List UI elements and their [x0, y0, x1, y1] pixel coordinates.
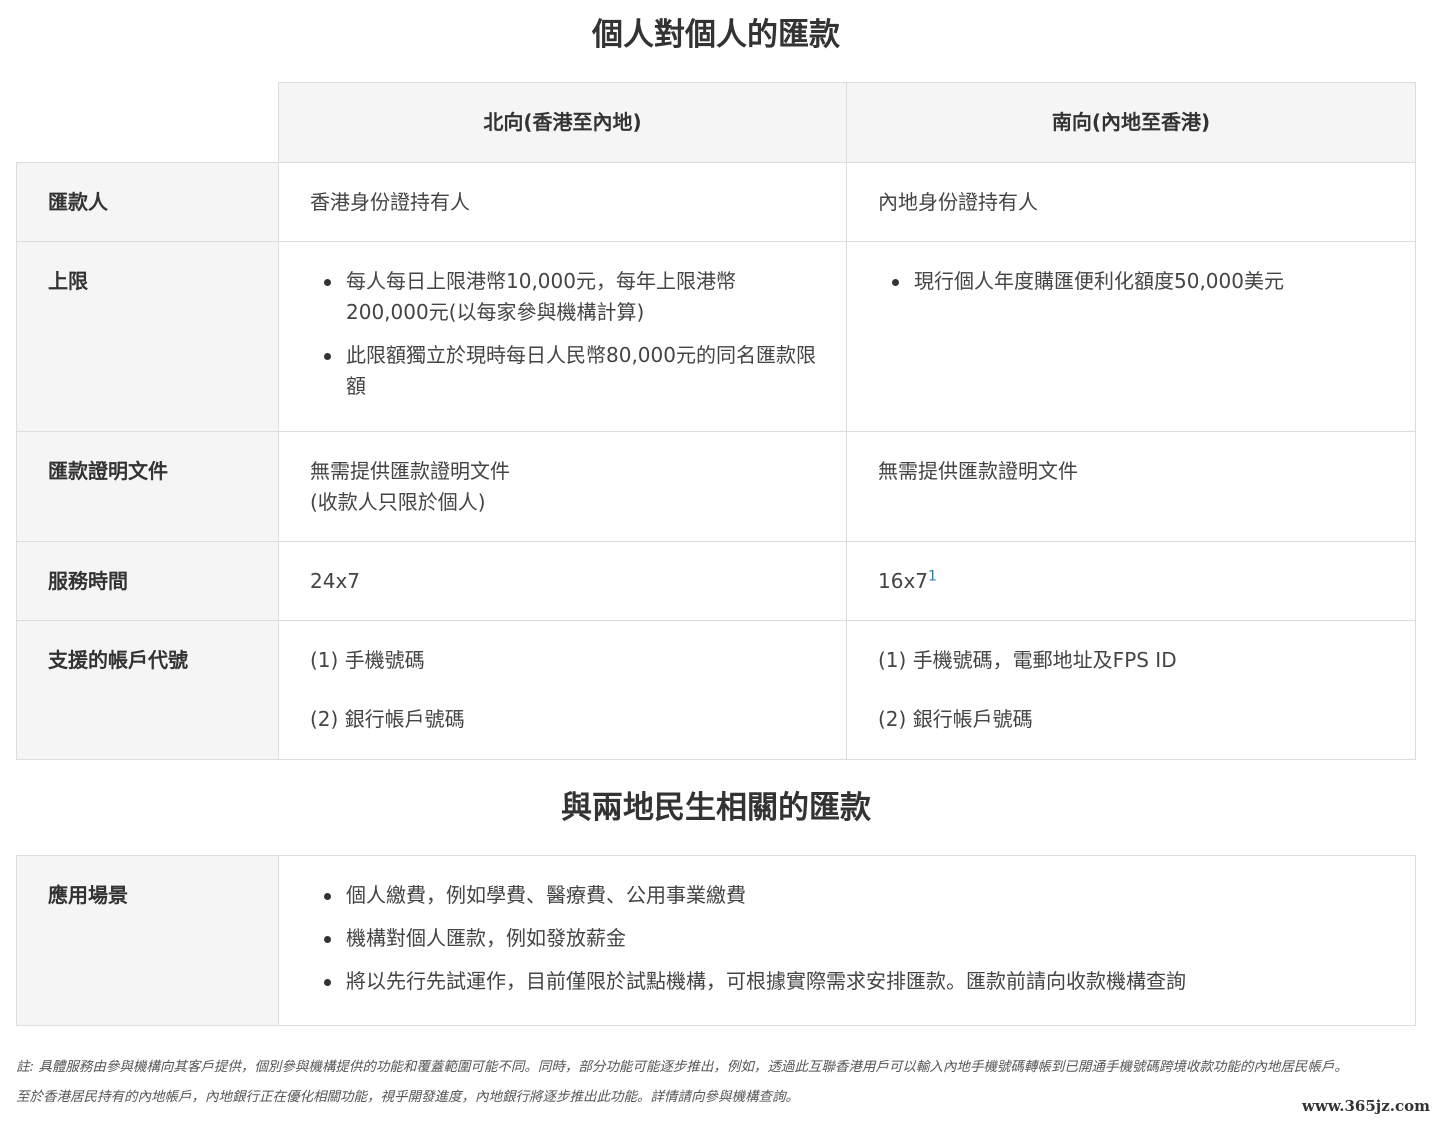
- use-cases-list: 個人繳費，例如學費、醫療費、公用事業繳費 機構對個人匯款，例如發放薪金 將以先行…: [310, 880, 1385, 997]
- list-item: 此限額獨立於現時每日人民幣80,000元的同名匯款限額: [324, 340, 816, 402]
- footnote-text: 註: 具體服務由參與機構向其客戶提供，個別參與機構提供的功能和覆蓋範圍可能不同。…: [16, 1052, 1426, 1112]
- cell-use-cases: 個人繳費，例如學費、醫療費、公用事業繳費 機構對個人匯款，例如發放薪金 將以先行…: [278, 855, 1416, 1026]
- list-item: 現行個人年度購匯便利化額度50,000美元: [892, 266, 1385, 297]
- documents-north-line2: (收款人只限於個人): [310, 490, 486, 514]
- footnote-line1: 註: 具體服務由參與機構向其客戶提供，個別參與機構提供的功能和覆蓋範圍可能不同。…: [16, 1059, 1348, 1075]
- cell-limit-south: 現行個人年度購匯便利化額度50,000美元: [846, 241, 1416, 432]
- row-header-service-hours: 服務時間: [16, 541, 279, 621]
- section-title-p2p: 個人對個人的匯款: [592, 17, 840, 53]
- table-row-account-ids: 支援的帳戶代號 (1) 手機號碼 (2) 銀行帳戶號碼 (1) 手機號碼，電郵地…: [16, 620, 1416, 760]
- account-ids-south-line1: (1) 手機號碼，電郵地址及FPS ID: [878, 648, 1177, 672]
- table-row-limit: 上限 每人每日上限港幣10,000元，每年上限港幣200,000元(以每家參與機…: [16, 241, 1416, 432]
- cell-account-ids-south: (1) 手機號碼，電郵地址及FPS ID (2) 銀行帳戶號碼: [846, 620, 1416, 760]
- list-item: 每人每日上限港幣10,000元，每年上限港幣200,000元(以每家參與機構計算…: [324, 266, 816, 328]
- footnote-line2: 至於香港居民持有的內地帳戶，內地銀行正在優化相關功能，視乎開發進度，內地銀行將逐…: [16, 1089, 799, 1105]
- row-header-account-ids: 支援的帳戶代號: [16, 620, 279, 760]
- service-hours-south-value: 16x7: [878, 569, 929, 593]
- table-row-remitter: 匯款人 香港身份證持有人 內地身份證持有人: [16, 162, 1416, 242]
- column-header-southbound: 南向(內地至香港): [846, 82, 1416, 163]
- cell-service-hours-north: 24x7: [278, 541, 847, 621]
- row-header-documents: 匯款證明文件: [16, 431, 279, 542]
- table-corner: [16, 82, 279, 163]
- row-header-remitter: 匯款人: [16, 162, 279, 242]
- cell-limit-north: 每人每日上限港幣10,000元，每年上限港幣200,000元(以每家參與機構計算…: [278, 241, 847, 432]
- table-row-use-cases: 應用場景 個人繳費，例如學費、醫療費、公用事業繳費 機構對個人匯款，例如發放薪金…: [16, 855, 1416, 1026]
- cell-documents-south: 無需提供匯款證明文件: [846, 431, 1416, 542]
- limit-north-list: 每人每日上限港幣10,000元，每年上限港幣200,000元(以每家參與機構計算…: [310, 266, 816, 402]
- livelihood-remittance-table: 應用場景 個人繳費，例如學費、醫療費、公用事業繳費 機構對個人匯款，例如發放薪金…: [16, 855, 1416, 1026]
- account-ids-south-line2: (2) 銀行帳戶號碼: [878, 707, 1033, 731]
- list-item: 機構對個人匯款，例如發放薪金: [324, 923, 1385, 954]
- column-header-northbound: 北向(香港至內地): [278, 82, 847, 163]
- cell-account-ids-north: (1) 手機號碼 (2) 銀行帳戶號碼: [278, 620, 847, 760]
- limit-south-list: 現行個人年度購匯便利化額度50,000美元: [878, 266, 1385, 297]
- table-row-service-hours: 服務時間 24x7 16x71: [16, 541, 1416, 621]
- row-header-use-cases: 應用場景: [16, 855, 279, 1026]
- p2p-remittance-table: 北向(香港至內地) 南向(內地至香港) 匯款人 香港身份證持有人 內地身份證持有…: [16, 82, 1416, 760]
- site-watermark: www.365jz.com: [1302, 1097, 1430, 1115]
- cell-documents-north: 無需提供匯款證明文件 (收款人只限於個人): [278, 431, 847, 542]
- documents-north-line1: 無需提供匯款證明文件: [310, 459, 510, 483]
- table-header-row: 北向(香港至內地) 南向(內地至香港): [16, 82, 1416, 163]
- account-ids-north-line2: (2) 銀行帳戶號碼: [310, 707, 465, 731]
- cell-service-hours-south: 16x71: [846, 541, 1416, 621]
- cell-remitter-south: 內地身份證持有人: [846, 162, 1416, 242]
- cell-remitter-north: 香港身份證持有人: [278, 162, 847, 242]
- section-title-livelihood: 與兩地民生相關的匯款: [561, 790, 871, 826]
- table-row-documents: 匯款證明文件 無需提供匯款證明文件 (收款人只限於個人) 無需提供匯款證明文件: [16, 431, 1416, 542]
- account-ids-north-line1: (1) 手機號碼: [310, 648, 425, 672]
- row-header-limit: 上限: [16, 241, 279, 432]
- footnote-link[interactable]: 1: [928, 568, 937, 584]
- list-item: 個人繳費，例如學費、醫療費、公用事業繳費: [324, 880, 1385, 911]
- list-item: 將以先行先試運作，目前僅限於試點機構，可根據實際需求安排匯款。匯款前請向收款機構…: [324, 966, 1385, 997]
